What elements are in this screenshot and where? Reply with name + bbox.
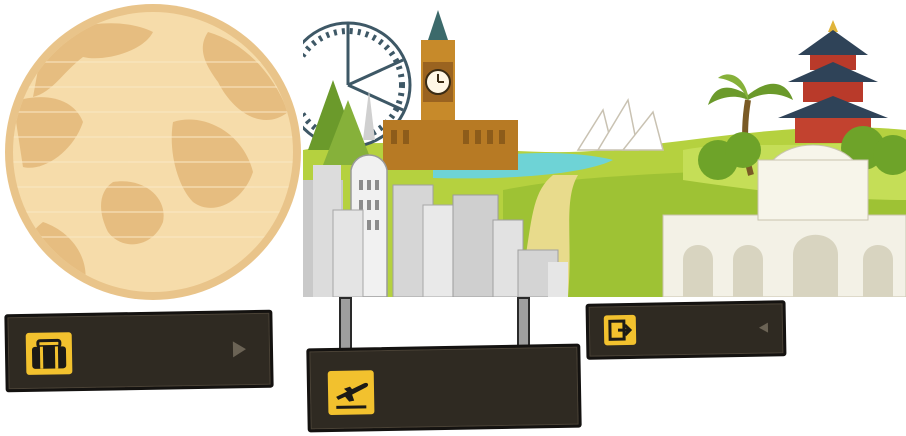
exit-icon-box bbox=[603, 314, 637, 346]
landmarks-scene bbox=[284, 0, 906, 298]
exit-icon bbox=[608, 319, 633, 341]
arrow-right-icon bbox=[232, 341, 247, 358]
sign-post-right bbox=[517, 297, 530, 349]
baggage-icon bbox=[31, 338, 67, 369]
pagoda bbox=[778, 20, 888, 143]
baggage-sign[interactable] bbox=[4, 309, 274, 393]
globe bbox=[3, 2, 303, 302]
world-landmarks-illustration bbox=[284, 10, 906, 298]
globe-icon bbox=[5, 4, 301, 300]
exit-sign[interactable] bbox=[585, 300, 787, 360]
arrow-left-icon bbox=[758, 322, 769, 333]
departure-plane-icon bbox=[336, 382, 369, 409]
big-ben bbox=[383, 10, 518, 170]
departure-icon-box bbox=[327, 370, 375, 416]
departure-sign[interactable] bbox=[306, 343, 582, 433]
opera-house bbox=[576, 97, 664, 151]
baggage-icon-box bbox=[25, 332, 73, 375]
